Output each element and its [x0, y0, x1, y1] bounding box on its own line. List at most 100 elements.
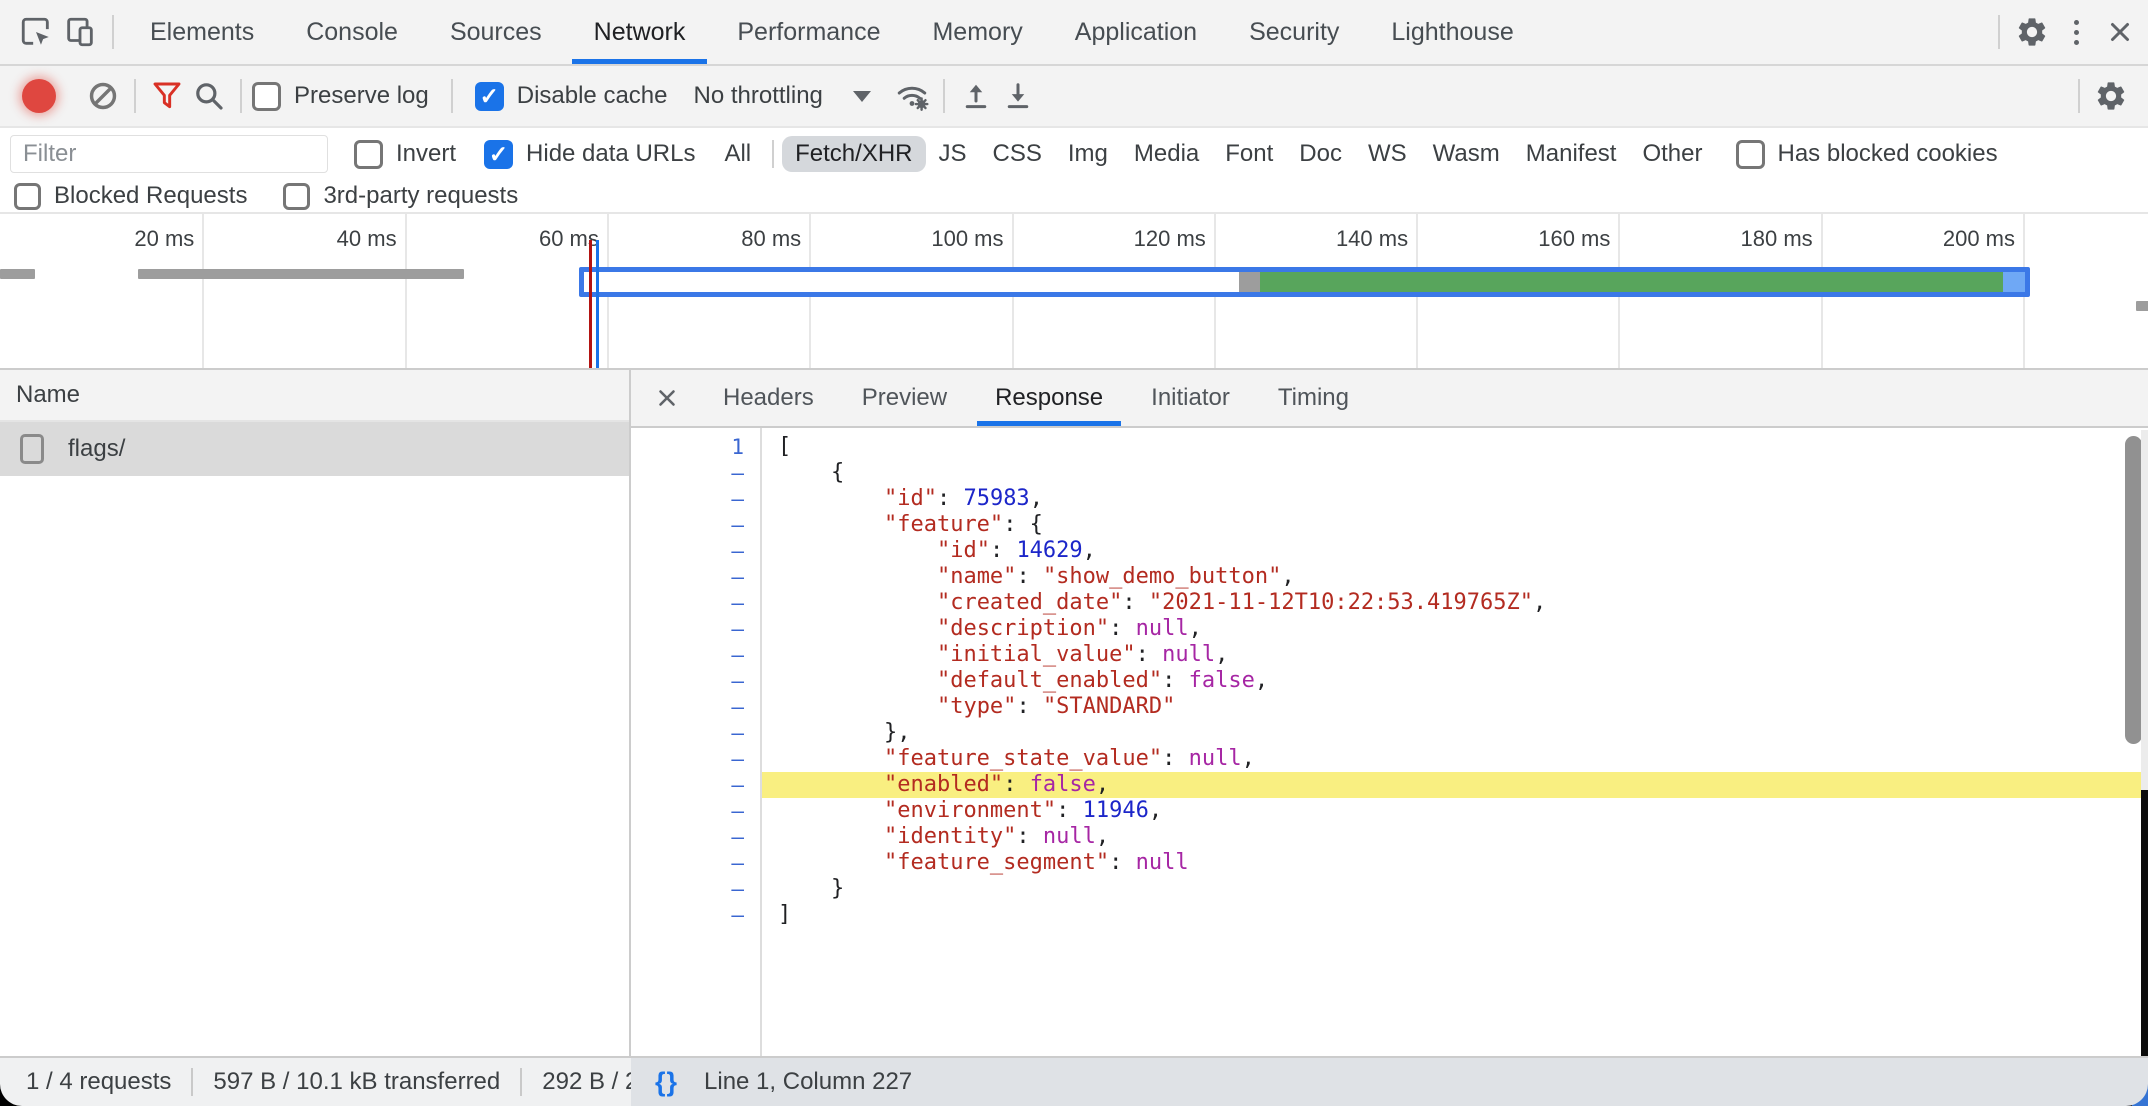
filter-type-img[interactable]: Img — [1055, 136, 1121, 172]
vertical-scrollbar[interactable] — [2125, 436, 2142, 744]
export-har-icon[interactable] — [997, 75, 1039, 117]
preserve-log-label: Preserve log — [294, 82, 429, 110]
tab-network[interactable]: Network — [568, 0, 712, 64]
close-details-icon[interactable] — [649, 380, 685, 416]
more-filters-row: Blocked Requests 3rd-party requests — [0, 180, 2148, 214]
filter-input[interactable] — [10, 135, 328, 173]
filter-type-fetch-xhr[interactable]: Fetch/XHR — [782, 136, 925, 172]
filter-type-js[interactable]: JS — [926, 136, 980, 172]
record-network-log-button[interactable] — [22, 79, 56, 113]
filter-type-manifest[interactable]: Manifest — [1513, 136, 1630, 172]
tab-elements[interactable]: Elements — [124, 0, 280, 64]
device-toolbar-icon[interactable] — [58, 10, 102, 54]
clear-network-log-icon[interactable] — [82, 75, 124, 117]
window-edge-strip — [2141, 790, 2148, 1056]
blocked-requests-label: Blocked Requests — [54, 182, 247, 210]
import-har-icon[interactable] — [955, 75, 997, 117]
tab-performance[interactable]: Performance — [711, 0, 906, 64]
filter-type-font[interactable]: Font — [1212, 136, 1286, 172]
tab-lighthouse[interactable]: Lighthouse — [1365, 0, 1539, 64]
request-waterfall-bar — [138, 269, 465, 279]
timeline-tick-label: 40 ms — [247, 226, 397, 252]
network-settings-gear-icon[interactable] — [2090, 75, 2132, 117]
timeline-tick-label: 60 ms — [449, 226, 599, 252]
line-number-gutter: 1–––––––––––––––––– — [631, 428, 762, 1056]
tab-sources[interactable]: Sources — [424, 0, 568, 64]
invert-label: Invert — [396, 140, 456, 168]
devtools-window: ElementsConsoleSourcesNetworkPerformance… — [0, 0, 2148, 1106]
network-conditions-icon[interactable] — [891, 75, 933, 117]
code-line: "id": 14629, — [762, 538, 2148, 564]
inspect-element-icon[interactable] — [14, 10, 58, 54]
detail-tab-timing[interactable]: Timing — [1254, 370, 1373, 426]
hide-data-urls-checkbox-group[interactable]: ✓ Hide data URLs — [484, 140, 695, 169]
filter-type-all[interactable]: All — [711, 136, 764, 172]
resource-file-icon — [20, 434, 44, 464]
name-column-header[interactable]: Name — [0, 370, 629, 422]
disable-cache-checkbox-group[interactable]: ✓ Disable cache — [475, 82, 668, 111]
gutter-fold-marker: – — [631, 642, 760, 668]
filter-type-ws[interactable]: WS — [1355, 136, 1420, 172]
filter-type-other[interactable]: Other — [1629, 136, 1715, 172]
third-party-requests-checkbox[interactable] — [283, 183, 310, 210]
third-party-requests-checkbox-group[interactable]: 3rd-party requests — [283, 182, 518, 210]
waterfall-segment-gray — [1239, 272, 1260, 292]
gutter-fold-marker: – — [631, 720, 760, 746]
search-icon[interactable] — [188, 75, 230, 117]
filter-type-css[interactable]: CSS — [980, 136, 1055, 172]
timeline-tick-label: 140 ms — [1258, 226, 1408, 252]
filter-type-doc[interactable]: Doc — [1286, 136, 1355, 172]
filter-type-wasm[interactable]: Wasm — [1420, 136, 1513, 172]
pretty-print-braces-icon[interactable]: {} — [655, 1067, 678, 1098]
code-line: "environment": 11946, — [762, 798, 2148, 824]
gutter-fold-marker: – — [631, 798, 760, 824]
detail-tabbar: HeadersPreviewResponseInitiatorTiming — [631, 370, 2148, 428]
request-type-filters: All Fetch/XHRJSCSSImgMediaFontDocWSWasmMa… — [711, 136, 1715, 172]
filter-funnel-icon[interactable] — [146, 75, 188, 117]
domcontentloaded-event-line — [596, 240, 599, 368]
hide-data-urls-checkbox[interactable]: ✓ — [484, 140, 513, 169]
gutter-fold-marker: – — [631, 486, 760, 512]
request-row[interactable]: flags/ — [0, 422, 629, 476]
main-tabbar-tabs: ElementsConsoleSourcesNetworkPerformance… — [124, 0, 1540, 64]
network-overview-timeline[interactable]: 20 ms40 ms60 ms80 ms100 ms120 ms140 ms16… — [0, 214, 2148, 370]
detail-tab-initiator[interactable]: Initiator — [1127, 370, 1254, 426]
detail-tab-response[interactable]: Response — [971, 370, 1127, 426]
network-toolbar: Preserve log ✓ Disable cache No throttli… — [0, 66, 2148, 128]
status-bar: 1 / 4 requests597 B / 10.1 kB transferre… — [0, 1056, 2148, 1106]
disable-cache-label: Disable cache — [517, 82, 668, 110]
has-blocked-cookies-checkbox-group[interactable]: Has blocked cookies — [1736, 140, 1998, 169]
gutter-fold-marker: – — [631, 746, 760, 772]
tab-application[interactable]: Application — [1049, 0, 1223, 64]
has-blocked-cookies-checkbox[interactable] — [1736, 140, 1765, 169]
divider — [451, 79, 453, 113]
throttling-select[interactable]: No throttling — [693, 82, 822, 110]
detail-tab-preview[interactable]: Preview — [838, 370, 971, 426]
blocked-requests-checkbox[interactable] — [14, 183, 41, 210]
disable-cache-checkbox[interactable]: ✓ — [475, 82, 504, 111]
cursor-position-label: Line 1, Column 227 — [704, 1068, 912, 1096]
filter-bar: Invert ✓ Hide data URLs All Fetch/XHRJSCS… — [0, 128, 2148, 180]
detail-tab-headers[interactable]: Headers — [699, 370, 838, 426]
preserve-log-checkbox-group[interactable]: Preserve log — [252, 82, 429, 111]
request-waterfall-bar — [2136, 301, 2148, 311]
blocked-requests-checkbox-group[interactable]: Blocked Requests — [14, 182, 247, 210]
code-line: "description": null, — [762, 616, 2148, 642]
code-line: "id": 75983, — [762, 486, 2148, 512]
chevron-down-icon[interactable] — [853, 91, 871, 102]
timeline-tick-label: 180 ms — [1663, 226, 1813, 252]
tab-security[interactable]: Security — [1223, 0, 1365, 64]
tab-memory[interactable]: Memory — [906, 0, 1048, 64]
filter-type-media[interactable]: Media — [1121, 136, 1212, 172]
more-options-icon[interactable] — [2054, 20, 2098, 45]
divider — [1998, 15, 2000, 49]
gutter-fold-marker: – — [631, 824, 760, 850]
preserve-log-checkbox[interactable] — [252, 82, 281, 111]
timeline-gridline — [405, 214, 407, 368]
tab-console[interactable]: Console — [280, 0, 424, 64]
invert-checkbox-group[interactable]: Invert — [354, 140, 456, 169]
close-devtools-icon[interactable] — [2098, 10, 2142, 54]
window-edge-strip — [2141, 430, 2148, 790]
invert-checkbox[interactable] — [354, 140, 383, 169]
settings-gear-icon[interactable] — [2010, 10, 2054, 54]
